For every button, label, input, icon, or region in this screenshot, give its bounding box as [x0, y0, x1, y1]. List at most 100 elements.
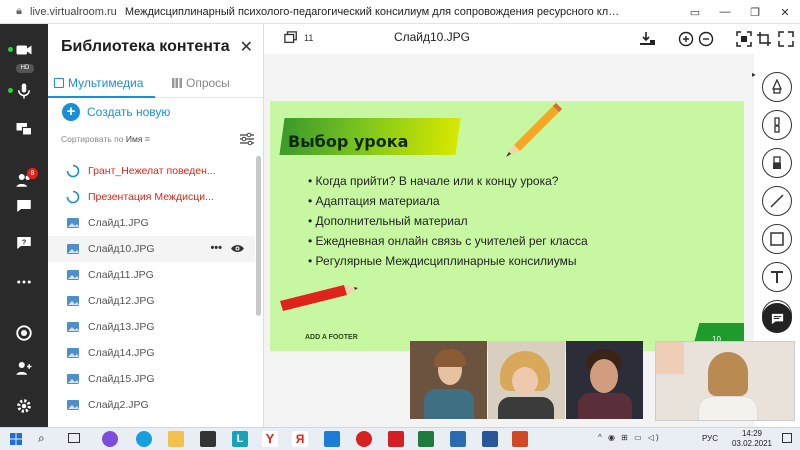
tray-clock[interactable]: 14:29 03.02.2021 [732, 429, 772, 449]
create-new-label: Создать новую [87, 105, 171, 119]
record-icon [16, 325, 32, 341]
more-options-icon[interactable]: ••• [210, 242, 222, 254]
word-icon[interactable] [482, 431, 498, 447]
excel-icon[interactable] [418, 431, 434, 447]
powerpoint-icon[interactable] [512, 431, 528, 447]
gear-icon [17, 399, 31, 413]
library-scrollbar[interactable] [256, 156, 261, 316]
list-item[interactable]: Слайд1.JPG [48, 210, 255, 236]
expand-icon[interactable] [778, 31, 794, 47]
microphone-button[interactable] [0, 77, 48, 105]
invite-button[interactable] [0, 354, 48, 382]
notifications-icon[interactable] [782, 433, 792, 443]
camera-indicator-icon[interactable]: ▭ [680, 6, 710, 19]
image-file-icon [67, 322, 79, 332]
eraser-tool[interactable] [762, 148, 792, 178]
item-label: Слайд10.JPG [88, 243, 155, 255]
item-label: Слайд1.JPG [88, 217, 149, 229]
mail-icon[interactable] [324, 431, 340, 447]
current-file-name: Слайд10.JPG [393, 30, 471, 44]
camera-button[interactable] [0, 36, 48, 64]
list-item[interactable]: Презентация Междисци... [48, 184, 255, 210]
list-item[interactable]: Слайд11.JPG [48, 262, 255, 288]
fit-screen-icon[interactable] [736, 31, 752, 47]
slide-bullet: Дополнительный материал [308, 211, 728, 231]
viewer-toolbar: 11 Слайд10.JPG [264, 24, 800, 54]
task-view-icon[interactable] [68, 433, 80, 443]
list-item[interactable]: Грант_Нежелат поведен... [48, 158, 255, 184]
loading-spinner-icon [66, 190, 80, 204]
microphone-icon [18, 83, 30, 99]
more-button[interactable] [0, 268, 48, 296]
windows-taskbar: ⌕ L Y Я ^ ◉ ⊞ ▭ ◁) РУС 14:29 03.02.2021 [0, 427, 800, 450]
questions-button[interactable]: ? [0, 229, 48, 257]
library-tabs: Мультимедиа Опросы [48, 68, 263, 98]
tab-polls[interactable]: Опросы [172, 68, 230, 98]
chat-bubble-button[interactable] [762, 303, 792, 333]
brush-tool[interactable] [762, 110, 792, 140]
list-item[interactable]: Слайд15.JPG [48, 366, 255, 392]
hd-badge[interactable]: HD [16, 64, 34, 73]
slide-bullet: Регулярные Междисциплинарные консилиумы [308, 251, 728, 271]
file-explorer-icon[interactable] [168, 431, 184, 447]
windows-start-icon[interactable] [10, 433, 22, 445]
brush-icon [774, 117, 780, 133]
photos-icon[interactable] [450, 431, 466, 447]
record-button[interactable] [0, 319, 48, 347]
text-tool[interactable] [762, 262, 792, 292]
browser-url[interactable]: live.virtualroom.ru [30, 6, 117, 18]
participant-video-2[interactable] [488, 341, 565, 419]
list-item[interactable]: Слайд13.JPG [48, 314, 255, 340]
participant-face [512, 367, 538, 395]
search-icon[interactable]: ⌕ [38, 431, 45, 446]
eye-preview-icon[interactable] [230, 243, 245, 254]
store-icon[interactable] [200, 431, 216, 447]
participants-button[interactable]: 8 [0, 166, 48, 194]
screen-share-button[interactable] [0, 115, 48, 143]
close-library-button[interactable]: ✕ [240, 37, 253, 57]
settings-button[interactable] [0, 392, 48, 420]
sort-value: Имя [125, 134, 143, 144]
list-item-selected[interactable]: Слайд10.JPG ••• [48, 236, 255, 262]
yandex-icon[interactable]: Я [292, 431, 308, 447]
item-label: Слайд11.JPG [88, 269, 154, 281]
edge-browser-icon[interactable] [136, 431, 152, 447]
pen-tool[interactable] [762, 72, 792, 102]
sort-control[interactable]: Сортировать по Имя ≡ [61, 134, 150, 144]
zoom-out-icon[interactable] [698, 31, 714, 47]
tab-multimedia[interactable]: Мультимедиа [54, 68, 143, 98]
list-item[interactable]: Слайд14.JPG [48, 340, 255, 366]
minimize-button[interactable]: — [710, 6, 740, 18]
chat-icon [17, 200, 31, 212]
filter-sliders-icon[interactable] [239, 132, 255, 146]
image-icon [54, 78, 64, 88]
list-item[interactable]: Слайд12.JPG [48, 288, 255, 314]
keyboard-language[interactable]: РУС [702, 434, 718, 443]
sort-icon: ≡ [144, 134, 151, 144]
alice-app-icon[interactable] [102, 431, 118, 447]
rectangle-tool[interactable] [762, 224, 792, 254]
slide-title: Выбор урока [288, 132, 409, 151]
pen-icon [771, 79, 783, 94]
bar-chart-icon [172, 78, 182, 88]
yandex-browser-icon[interactable]: Y [262, 431, 278, 447]
restore-button[interactable]: ❐ [740, 6, 770, 19]
item-label: Слайд12.JPG [88, 295, 155, 307]
tray-icons[interactable]: ^ ◉ ⊞ ▭ ◁) [598, 433, 661, 442]
download-locked-icon[interactable] [639, 31, 655, 47]
participant-video-1[interactable] [410, 341, 487, 419]
close-window-button[interactable]: ✕ [770, 6, 800, 19]
acrobat-icon[interactable] [388, 431, 404, 447]
create-new-button[interactable]: + Создать новую [62, 103, 170, 121]
participant-body [498, 397, 554, 419]
participant-video-3[interactable] [566, 341, 643, 419]
line-tool[interactable] [762, 186, 792, 216]
opera-icon[interactable] [356, 431, 372, 447]
chat-rail-button[interactable] [0, 192, 48, 220]
crop-icon[interactable] [756, 31, 772, 47]
participant-hair [434, 349, 466, 367]
l-app-icon[interactable]: L [232, 431, 248, 447]
list-item[interactable]: Слайд2.JPG [48, 392, 255, 418]
self-video[interactable] [655, 341, 795, 421]
zoom-in-icon[interactable] [678, 31, 694, 47]
